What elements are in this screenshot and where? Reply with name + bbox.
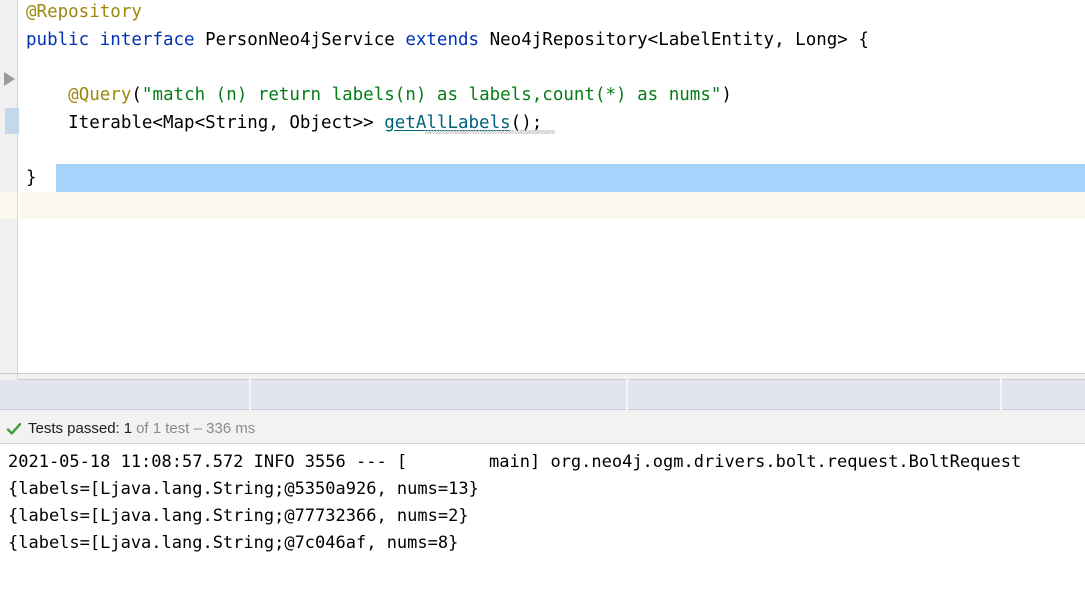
console-line[interactable]: 2021-05-18 11:08:57.572 INFO 3556 --- [ … — [8, 449, 1021, 476]
run-gutter-icon[interactable] — [4, 72, 15, 86]
toolwindow-strip-background — [0, 379, 1085, 410]
code-token: @Repository — [26, 2, 142, 22]
console-line[interactable]: {labels=[Ljava.lang.String;@5350a926, nu… — [8, 476, 479, 503]
caret-row-highlight — [19, 192, 1085, 219]
code-line[interactable]: } — [19, 164, 37, 192]
test-status-label: Tests passed: — [28, 419, 120, 437]
code-token: Neo4jRepository<LabelEntity, Long> { — [479, 30, 869, 50]
editor-gutter[interactable] — [0, 0, 19, 373]
code-line[interactable] — [19, 54, 26, 82]
code-token: "match (n) return labels(n) as labels,co… — [141, 85, 722, 105]
code-token: interface — [99, 30, 195, 50]
code-line[interactable]: @Repository — [19, 0, 142, 26]
test-status-detail: of 1 test – 336 ms — [136, 419, 256, 437]
code-token: extends — [405, 30, 480, 50]
code-token: PersonNeo4jService — [194, 30, 406, 50]
code-token: public — [26, 30, 90, 50]
code-text-area[interactable]: @Repository public interface PersonNeo4jS… — [19, 0, 1085, 373]
check-icon — [6, 421, 22, 437]
inspection-squiggle-underline — [425, 130, 555, 134]
toolwindow-strip-separator — [249, 379, 251, 410]
changed-lines-marker-icon[interactable] — [5, 108, 19, 134]
code-line[interactable]: @Query("match (n) return labels(n) as la… — [19, 81, 732, 109]
gutter-caret-row-highlight — [0, 192, 18, 219]
code-token: ( — [131, 85, 142, 105]
console-output-pane[interactable]: 2021-05-18 11:08:57.572 INFO 3556 --- [ … — [0, 444, 1085, 613]
selection-highlight — [56, 164, 1085, 192]
toolwindow-strip-corner — [0, 374, 18, 380]
code-token: @Query — [68, 85, 132, 105]
toolwindow-strip-separator — [626, 379, 628, 410]
console-line[interactable]: {labels=[Ljava.lang.String;@7c046af, num… — [8, 530, 458, 557]
console-line[interactable]: {labels=[Ljava.lang.String;@77732366, nu… — [8, 503, 469, 530]
code-token: ) — [721, 85, 732, 105]
code-line[interactable]: public interface PersonNeo4jService exte… — [19, 26, 869, 54]
test-status-count: 1 — [123, 419, 133, 437]
toolwindow-button-strip[interactable] — [0, 373, 1085, 413]
code-editor-pane[interactable]: @Repository public interface PersonNeo4jS… — [0, 0, 1085, 373]
code-token: Iterable<Map<String, Object>> — [26, 113, 385, 133]
code-token: } — [26, 168, 37, 188]
code-line[interactable] — [19, 137, 26, 165]
test-status-bar: Tests passed: 1 of 1 test – 336 ms — [0, 413, 1085, 444]
toolwindow-strip-separator — [1000, 379, 1002, 410]
